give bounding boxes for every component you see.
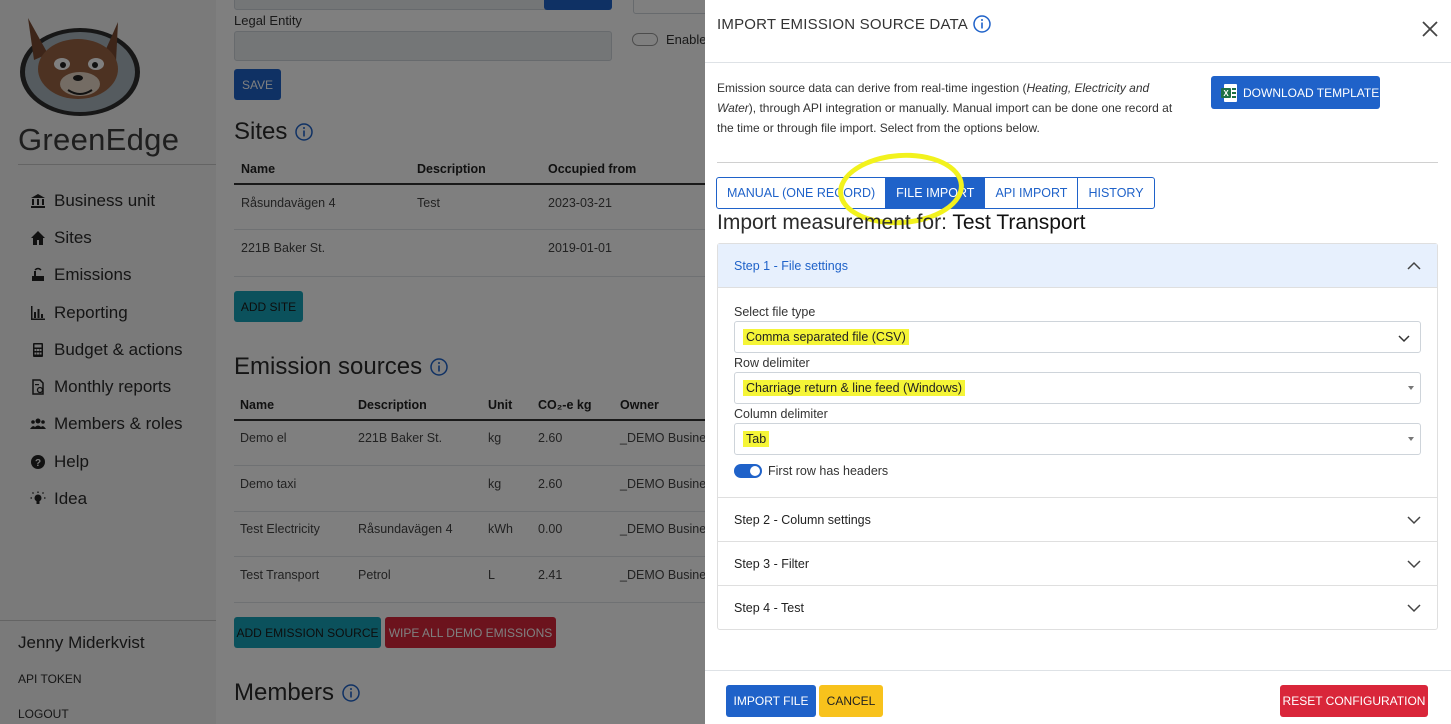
divider — [717, 162, 1438, 163]
row-delimiter-select[interactable]: Charriage return & line feed (Windows) — [734, 372, 1421, 404]
excel-icon: x — [1221, 83, 1237, 102]
column-delimiter-value: Tab — [743, 431, 770, 447]
reset-configuration-button[interactable]: RESET CONFIGURATION — [1280, 685, 1428, 717]
cancel-button[interactable]: CANCEL — [819, 685, 883, 717]
column-delimiter-select[interactable]: Tab — [734, 423, 1421, 455]
chevron-down-icon — [1407, 603, 1421, 612]
step-label: Step 2 - Column settings — [734, 512, 871, 527]
row-delimiter-label: Row delimiter — [734, 356, 810, 370]
caret-down-icon — [1408, 386, 1414, 390]
modal-description: Emission source data can derive from rea… — [717, 78, 1187, 138]
step-1-header[interactable]: Step 1 - File settings — [718, 244, 1437, 288]
steps-accordion: Step 1 - File settings Select file type … — [717, 243, 1438, 630]
import-modal: IMPORT EMISSION SOURCE DATA Emission sou… — [705, 0, 1451, 724]
download-template-button[interactable]: x DOWNLOAD TEMPLATE — [1211, 76, 1380, 109]
first-row-headers-toggle[interactable] — [734, 464, 762, 478]
file-type-label: Select file type — [734, 305, 816, 319]
file-type-value: Comma separated file (CSV) — [743, 329, 909, 345]
step-label: Step 1 - File settings — [734, 258, 848, 273]
divider — [705, 670, 1451, 671]
chevron-up-icon — [1407, 261, 1421, 270]
chevron-down-icon — [1407, 559, 1421, 568]
import-heading-target: Test Transport — [952, 211, 1086, 234]
tab-history[interactable]: HISTORY — [1078, 178, 1153, 208]
caret-down-icon — [1408, 437, 1414, 441]
desc-text: ), through API integration or manually. … — [717, 101, 1173, 135]
close-icon[interactable] — [1421, 20, 1439, 38]
step-label: Step 4 - Test — [734, 600, 804, 615]
svg-text:x: x — [1223, 89, 1229, 98]
chevron-down-icon — [1407, 515, 1421, 524]
desc-text: Emission source data can derive from rea… — [717, 81, 1027, 95]
file-type-select[interactable]: Comma separated file (CSV) — [734, 321, 1421, 353]
import-heading: Import measurement for: Test Transport — [717, 211, 1085, 235]
modal-title-text: IMPORT EMISSION SOURCE DATA — [717, 15, 968, 33]
step-4-header[interactable]: Step 4 - Test — [718, 585, 1437, 629]
tab-manual[interactable]: MANUAL (ONE RECORD) — [717, 178, 887, 208]
step-2-header[interactable]: Step 2 - Column settings — [718, 497, 1437, 541]
first-row-headers-label: First row has headers — [768, 464, 889, 478]
tab-file-import[interactable]: FILE IMPORT — [886, 178, 986, 208]
column-delimiter-label: Column delimiter — [734, 407, 828, 421]
divider — [705, 62, 1451, 63]
row-delimiter-value: Charriage return & line feed (Windows) — [743, 380, 966, 396]
step-label: Step 3 - Filter — [734, 556, 810, 571]
modal-backdrop[interactable] — [0, 0, 705, 724]
import-file-button[interactable]: IMPORT FILE — [726, 685, 816, 717]
import-tabs: MANUAL (ONE RECORD) FILE IMPORT API IMPO… — [716, 177, 1155, 209]
step-1-body: Select file type Comma separated file (C… — [718, 288, 1437, 497]
chevron-down-icon — [1398, 335, 1410, 343]
step-3-header[interactable]: Step 3 - Filter — [718, 541, 1437, 585]
modal-title: IMPORT EMISSION SOURCE DATA — [717, 15, 991, 33]
tab-api-import[interactable]: API IMPORT — [985, 178, 1079, 208]
import-heading-prefix: Import measurement for: — [717, 211, 953, 234]
download-template-label: DOWNLOAD TEMPLATE — [1243, 85, 1380, 100]
info-icon[interactable] — [973, 15, 991, 33]
